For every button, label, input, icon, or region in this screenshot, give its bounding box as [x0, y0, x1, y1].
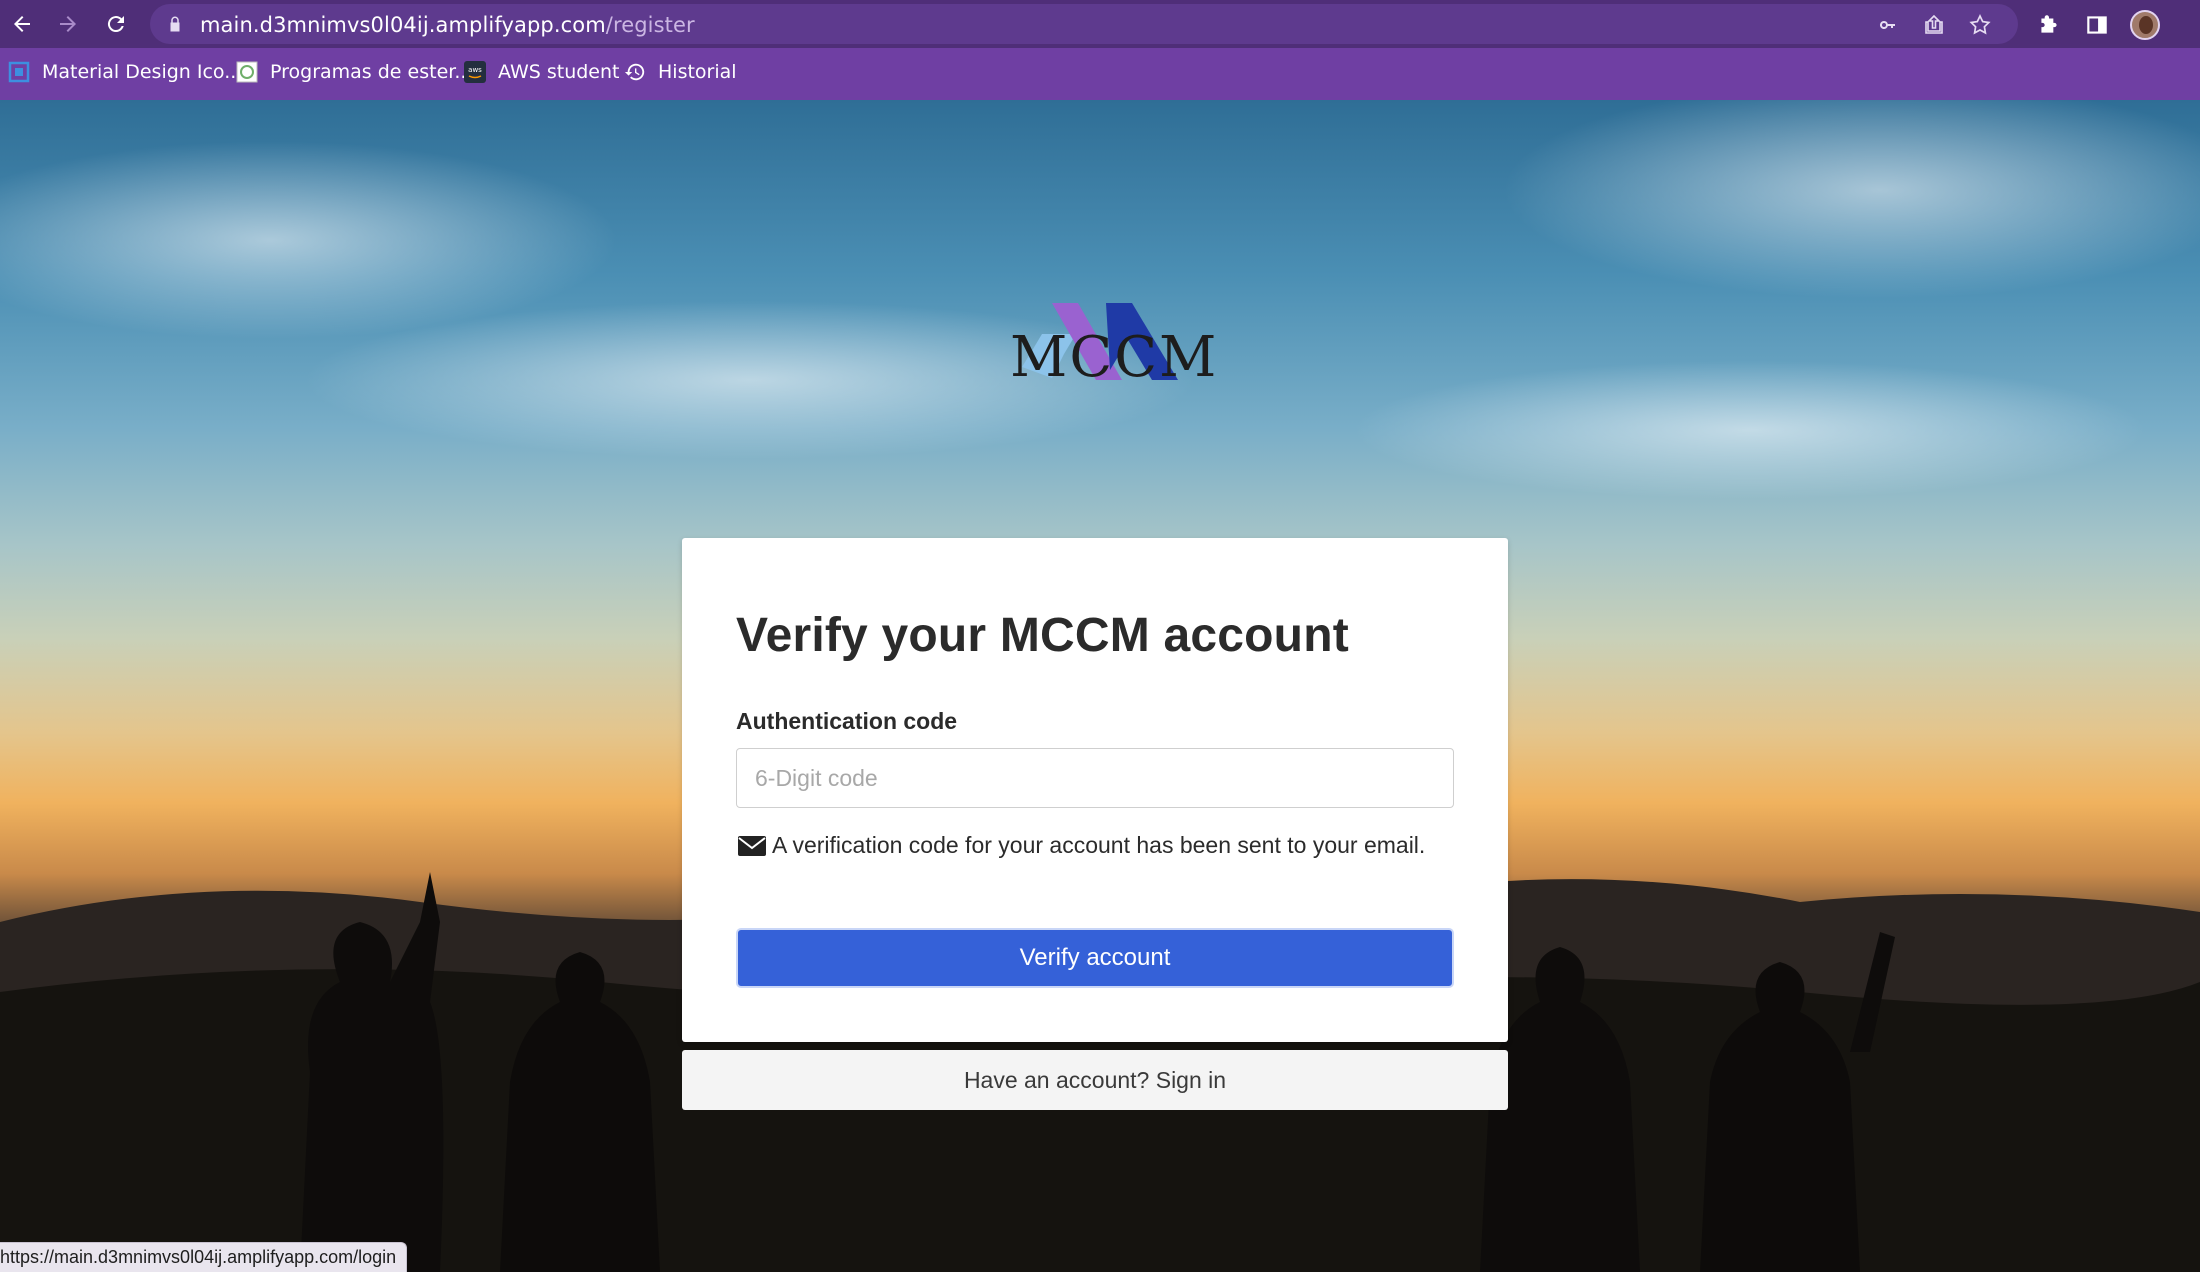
browser-toolbar: main.d3mnimvs0l04ij.amplifyapp.com/regis… [0, 0, 2200, 48]
extensions-icon[interactable] [2036, 12, 2062, 38]
forward-button[interactable] [52, 8, 84, 40]
site-favicon-icon [236, 61, 258, 83]
verify-account-button[interactable]: Verify account [736, 928, 1454, 988]
url-path: /register [605, 13, 695, 37]
background-cloud [1350, 360, 2150, 500]
status-url: https://main.d3mnimvs0l04ij.amplifyapp.c… [0, 1247, 397, 1267]
material-design-icon [8, 61, 30, 83]
star-icon[interactable] [1968, 13, 1992, 37]
auth-code-input[interactable] [736, 748, 1454, 808]
bookmark-historial[interactable]: Historial [624, 58, 737, 86]
sign-in-text: Have an account? Sign in [963, 1066, 1227, 1093]
background-cloud [1500, 100, 2200, 300]
address-bar[interactable]: main.d3mnimvs0l04ij.amplifyapp.com/regis… [150, 4, 2018, 44]
reload-button[interactable] [100, 8, 132, 40]
mail-icon [738, 835, 766, 856]
bookmark-label: Historial [658, 61, 737, 83]
sign-in-link[interactable]: Have an account? Sign in [682, 1050, 1508, 1110]
browser-status-bar: https://main.d3mnimvs0l04ij.amplifyapp.c… [0, 1242, 408, 1272]
bookmark-aws-student[interactable]: aws AWS student [464, 58, 619, 86]
aws-icon: aws [464, 61, 486, 83]
reload-icon [107, 16, 124, 33]
arrow-right-icon [60, 16, 76, 32]
side-panel-icon[interactable] [2084, 12, 2110, 38]
url-host: main.d3mnimvs0l04ij.amplifyapp.com [200, 13, 606, 37]
auth-code-label: Authentication code [736, 708, 958, 734]
bookmark-material-design[interactable]: Material Design Ico... [8, 58, 242, 86]
back-button[interactable] [6, 8, 38, 40]
history-icon [624, 61, 646, 83]
brand-wordmark: MCCM [1010, 325, 1219, 390]
verify-card: Verify your MCCM account Authentication … [682, 538, 1508, 1042]
browser-chrome: main.d3mnimvs0l04ij.amplifyapp.com/regis… [0, 0, 2200, 100]
profile-avatar[interactable] [2130, 10, 2160, 40]
arrow-left-icon [14, 16, 30, 32]
verification-hint-text: A verification code for your account has… [772, 832, 1426, 858]
bookmark-label: AWS student [498, 61, 620, 83]
bookmarks-bar: Material Design Ico... Programas de este… [0, 52, 2200, 92]
key-icon[interactable] [1876, 13, 1900, 37]
svg-text:aws: aws [468, 66, 482, 74]
url-text: main.d3mnimvs0l04ij.amplifyapp.com/regis… [200, 13, 695, 37]
bookmark-label: Material Design Ico... [42, 61, 243, 83]
verification-hint: A verification code for your account has… [736, 832, 1425, 859]
bookmark-label: Programas de ester... [270, 61, 473, 83]
page-title: Verify your MCCM account [736, 609, 1349, 662]
share-icon[interactable] [1922, 13, 1946, 37]
lock-icon [170, 16, 180, 32]
bookmark-programas[interactable]: Programas de ester... [236, 58, 472, 86]
